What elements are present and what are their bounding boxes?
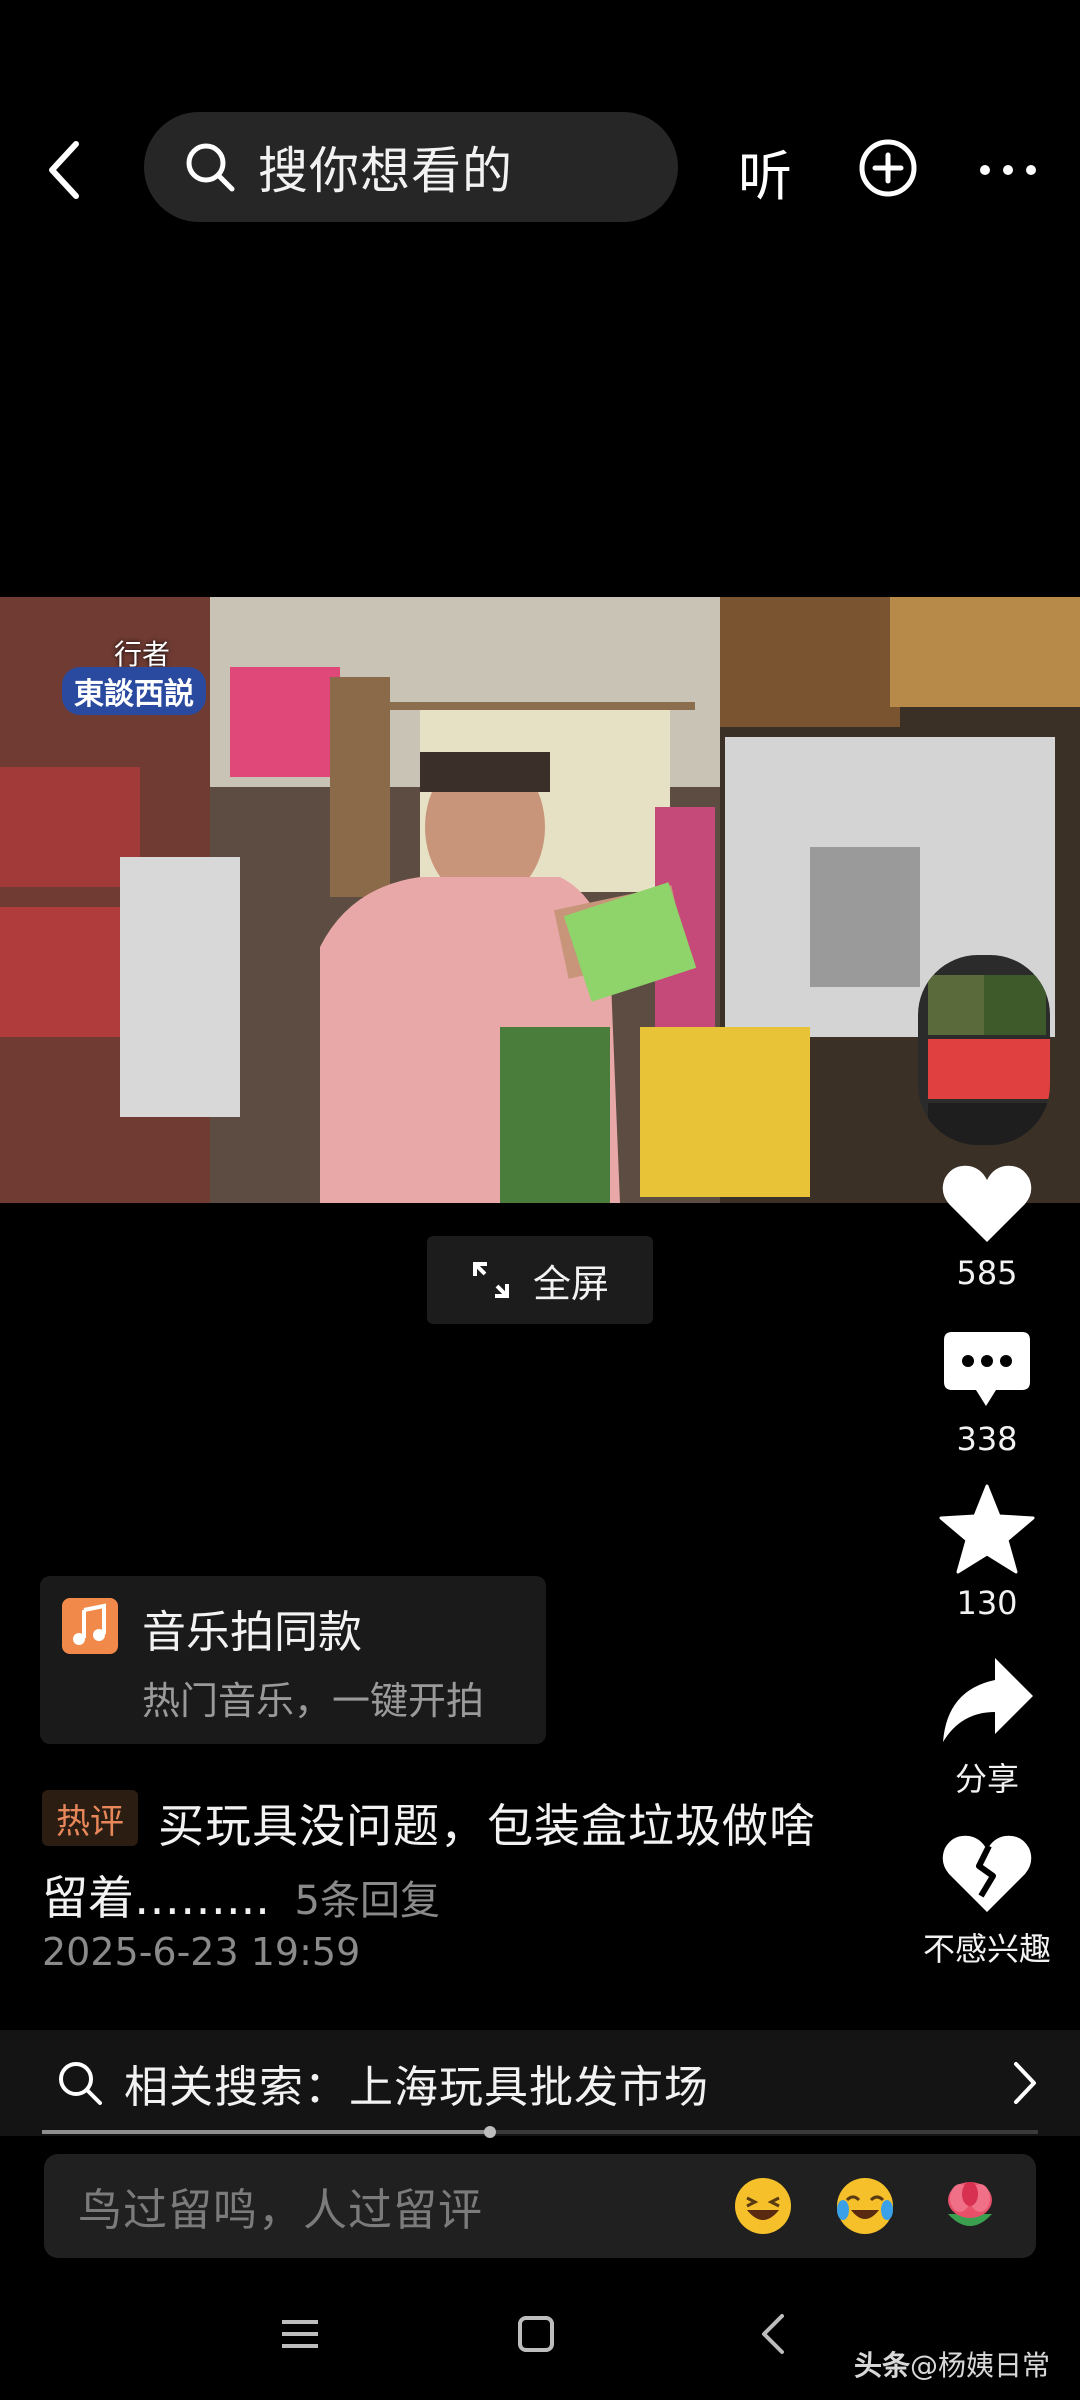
music-card[interactable]: 音乐拍同款 热门音乐，一键开拍 <box>40 1576 546 1744</box>
watermark: 头条@杨姨日常 <box>854 2344 1050 2384</box>
share-arrow-icon <box>943 1658 1033 1742</box>
plus-circle-icon <box>859 139 917 197</box>
like-count: 585 <box>956 1254 1018 1292</box>
search-icon <box>186 143 235 192</box>
share-label: 分享 <box>954 1760 1019 1798</box>
chevron-right-icon <box>1014 2062 1036 2104</box>
music-title: 音乐拍同款 <box>142 1607 362 1658</box>
music-subtitle: 热门音乐，一键开拍 <box>142 1679 485 1723</box>
more-button[interactable] <box>975 145 1041 195</box>
listen-button[interactable]: 听 <box>738 132 792 211</box>
favorite-button[interactable]: 130 <box>912 1484 1062 1622</box>
crying-laughing-emoji-icon[interactable] <box>835 2176 895 2236</box>
comment-input-placeholder: 鸟过留鸣，人过留评 <box>78 2185 483 2236</box>
expand-icon <box>472 1262 509 1298</box>
not-interested-label: 不感兴趣 <box>922 1930 1051 1968</box>
comment-bubble-icon <box>944 1332 1030 1406</box>
home-nav-icon[interactable] <box>506 2304 566 2364</box>
laughing-emoji-icon[interactable] <box>733 2176 793 2236</box>
favorite-count: 130 <box>956 1584 1018 1622</box>
comment-count: 338 <box>956 1420 1018 1458</box>
watermark-handle: @杨姨日常 <box>910 2349 1051 2382</box>
video-progress-fill <box>42 2130 491 2134</box>
music-note-icon <box>62 1598 118 1654</box>
avatar-image <box>918 955 1050 1145</box>
comment-text-line2-body: 留着……... <box>42 1871 270 1925</box>
comment-text-line2[interactable]: 留着……... 5条回复 <box>42 1862 440 1928</box>
related-search-bar[interactable]: 相关搜索：上海玩具批发市场 <box>0 2030 1080 2136</box>
star-icon <box>939 1484 1035 1574</box>
heart-icon <box>942 1165 1032 1242</box>
watermark-brand: 头条 <box>854 2349 911 2382</box>
back-nav-icon[interactable] <box>744 2304 804 2364</box>
search-placeholder: 搜你想看的 <box>258 142 513 200</box>
video-progress-handle[interactable] <box>484 2126 497 2138</box>
more-dots-icon <box>980 165 1036 175</box>
menu-nav-icon[interactable] <box>270 2304 330 2364</box>
video-logo-main: 東談西説 <box>62 667 206 715</box>
author-avatar[interactable] <box>918 955 1050 1145</box>
comment-text-line1[interactable]: 买玩具没问题，包装盒垃圾做啥 <box>158 1790 816 1856</box>
comment-timestamp: 2025-6-23 19:59 <box>42 1930 361 1974</box>
comment-replies-link[interactable]: 5条回复 <box>295 1878 440 1924</box>
broken-heart-icon <box>942 1835 1032 1912</box>
add-button[interactable] <box>858 138 918 198</box>
not-interested-button[interactable]: 不感兴趣 <box>912 1830 1062 1970</box>
fullscreen-button[interactable]: 全屏 <box>427 1236 653 1324</box>
share-button[interactable]: 分享 <box>912 1656 1062 1800</box>
flower-emoji-icon[interactable] <box>940 2174 1000 2234</box>
back-button[interactable] <box>36 130 96 210</box>
hot-comment-badge: 热评 <box>42 1790 138 1846</box>
comment-button[interactable]: 338 <box>912 1330 1062 1458</box>
chevron-left-icon <box>49 141 79 199</box>
related-search-text: 相关搜索：上海玩具批发市场 <box>124 2062 709 2113</box>
fullscreen-label: 全屏 <box>532 1261 609 1306</box>
like-button[interactable]: 585 <box>912 1162 1062 1292</box>
search-icon <box>59 2062 102 2105</box>
search-input[interactable]: 搜你想看的 <box>144 112 678 222</box>
